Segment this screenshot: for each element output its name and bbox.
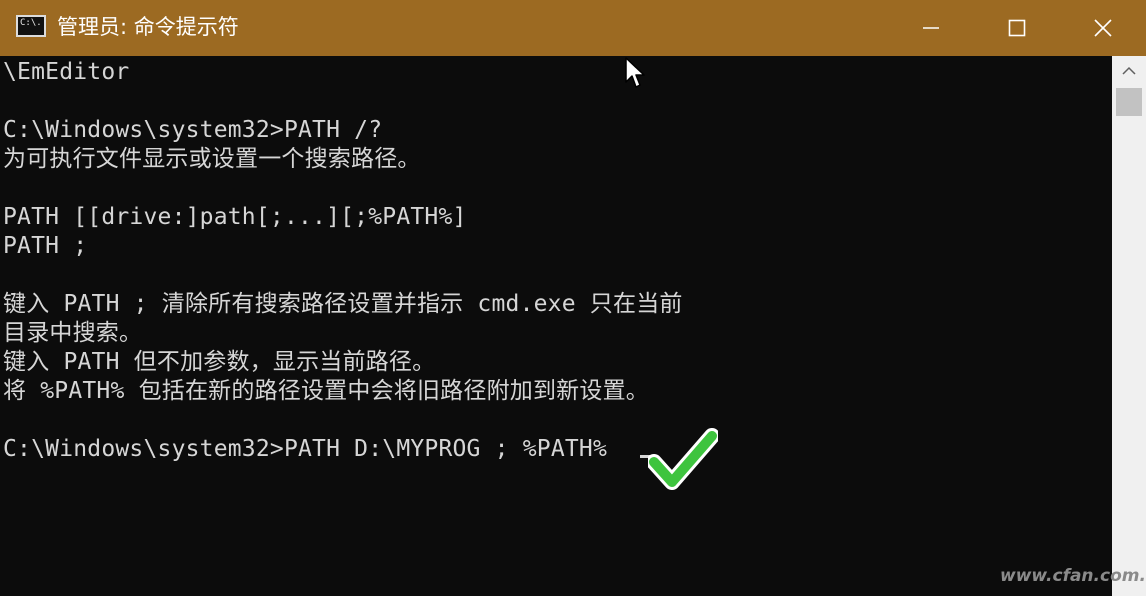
console-line: PATH ; xyxy=(3,233,88,259)
window-title: 管理员: 命令提示符 xyxy=(57,15,239,39)
close-icon xyxy=(1094,19,1112,37)
maximize-button[interactable] xyxy=(974,0,1060,56)
vertical-scrollbar[interactable] xyxy=(1112,56,1146,596)
watermark: www.cfan.com.cn xyxy=(1000,566,1146,586)
minimize-button[interactable] xyxy=(888,0,974,56)
console-line: 目录中搜索。 xyxy=(3,320,143,346)
scrollbar-thumb[interactable] xyxy=(1116,88,1142,116)
title-bar[interactable]: C:\. 管理员: 命令提示符 xyxy=(0,0,1146,56)
console-line: C:\Windows\system32>PATH /? xyxy=(3,117,383,143)
maximize-icon xyxy=(1008,19,1026,37)
console-line: 键入 PATH 但不加参数，显示当前路径。 xyxy=(3,349,436,375)
scroll-up-button[interactable] xyxy=(1112,56,1146,86)
mouse-pointer-icon xyxy=(625,57,645,88)
close-button[interactable] xyxy=(1060,0,1146,56)
console-line: PATH [[drive:]path[;...][;%PATH%] xyxy=(3,204,467,230)
console-line: 将 %PATH% 包括在新的路径设置中会将旧路径附加到新设置。 xyxy=(3,378,649,404)
console-line: \EmEditor xyxy=(3,59,130,85)
cmd-app-icon-text: C:\. xyxy=(20,18,42,28)
chevron-up-icon xyxy=(1122,66,1136,75)
console-line: 为可执行文件显示或设置一个搜索路径。 xyxy=(3,146,421,172)
cmd-app-icon[interactable]: C:\. xyxy=(16,15,46,37)
console-line: C:\Windows\system32>PATH D:\MYPROG ; %PA… xyxy=(3,436,608,462)
green-checkmark-icon xyxy=(648,428,718,490)
console-output[interactable]: \EmEditor C:\Windows\system32>PATH /? 为可… xyxy=(0,56,1112,596)
console-line: 键入 PATH ; 清除所有搜索路径设置并指示 cmd.exe 只在当前 xyxy=(3,291,683,317)
command-prompt-window: C:\. 管理员: 命令提示符 \EmEditor C:\Windows\sys… xyxy=(0,0,1146,596)
minimize-icon xyxy=(923,27,939,29)
